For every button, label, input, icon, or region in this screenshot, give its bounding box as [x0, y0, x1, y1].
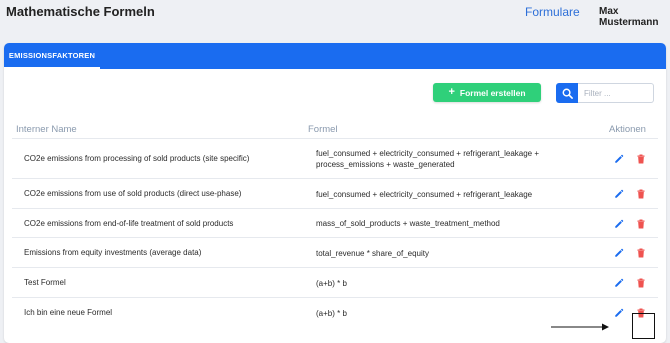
formula-name: Test Formel	[24, 278, 66, 287]
formula-line: (a+b) * b	[316, 278, 347, 288]
formula-line: fuel_consumed + electricity_consumed + r…	[316, 149, 540, 158]
formula-line: total_revenue * share_of_equity	[316, 248, 429, 258]
column-header-name[interactable]: Interner Name	[16, 124, 77, 135]
column-header-formula[interactable]: Formel	[308, 124, 338, 135]
edit-icon[interactable]	[613, 189, 624, 200]
formula-line: fuel_consumed + electricity_consumed + r…	[316, 189, 533, 199]
nav-link-formulare[interactable]: Formulare	[525, 5, 580, 19]
formula-expression: fuel_consumed + electricity_consumed + r…	[316, 189, 576, 200]
formula-expression: fuel_consumed + electricity_consumed + r…	[316, 148, 576, 170]
trash-icon[interactable]	[635, 189, 646, 200]
edit-icon[interactable]	[613, 308, 624, 319]
edit-icon[interactable]	[613, 278, 624, 289]
formula-line: (a+b) * b	[316, 308, 347, 318]
formula-line: mass_of_sold_products + waste_treatment_…	[316, 219, 500, 228]
trash-icon[interactable]	[635, 218, 646, 229]
trash-icon[interactable]	[635, 248, 646, 259]
formula-expression: mass_of_sold_products + waste_treatment_…	[316, 218, 576, 229]
search-icon	[562, 88, 573, 99]
table-row: CO2e emissions from end-of-life treatmen…	[12, 208, 658, 238]
formula-line: process_emissions + waste_generated	[316, 160, 455, 169]
formula-name: CO2e emissions from end-of-life treatmen…	[24, 218, 234, 228]
formula-name: CO2e emissions from use of sold products…	[24, 189, 242, 198]
tab-emissionsfaktoren[interactable]: EMISSIONSFAKTOREN	[4, 43, 100, 69]
formula-name: CO2e emissions from processing of sold p…	[24, 154, 250, 163]
user-name[interactable]: Max Mustermann	[599, 6, 670, 28]
filter-input[interactable]	[578, 83, 654, 103]
emission-factors-card: EMISSIONSFAKTOREN + Formel erstellen Int…	[4, 43, 666, 343]
table-row: CO2e emissions from processing of sold p…	[12, 138, 658, 179]
card-header: EMISSIONSFAKTOREN	[4, 43, 666, 69]
arrow-annotation	[551, 323, 609, 331]
edit-icon[interactable]	[613, 154, 624, 165]
formula-name: Emissions from equity investments (avera…	[24, 248, 202, 257]
highlight-box	[632, 313, 655, 339]
table-row: Test Formel (a+b) * b	[12, 267, 658, 298]
formula-name: Ich bin eine neue Formel	[24, 308, 113, 317]
table-row: CO2e emissions from use of sold products…	[12, 178, 658, 209]
trash-icon[interactable]	[635, 154, 646, 165]
plus-icon: +	[448, 86, 455, 98]
create-formula-button[interactable]: + Formel erstellen	[433, 83, 541, 102]
create-formula-label: Formel erstellen	[459, 87, 526, 98]
trash-icon[interactable]	[635, 278, 646, 289]
formula-expression: total_revenue * share_of_equity	[316, 248, 576, 259]
formula-expression: (a+b) * b	[316, 308, 576, 319]
search-button[interactable]	[556, 83, 578, 103]
edit-icon[interactable]	[613, 248, 624, 259]
edit-icon[interactable]	[613, 218, 624, 229]
app-title: Mathematische Formeln	[6, 4, 155, 19]
top-bar: Mathematische Formeln Formulare Max Must…	[0, 0, 670, 28]
table-row: Emissions from equity investments (avera…	[12, 237, 658, 268]
column-header-actions: Aktionen	[609, 124, 646, 135]
formula-expression: (a+b) * b	[316, 278, 576, 289]
